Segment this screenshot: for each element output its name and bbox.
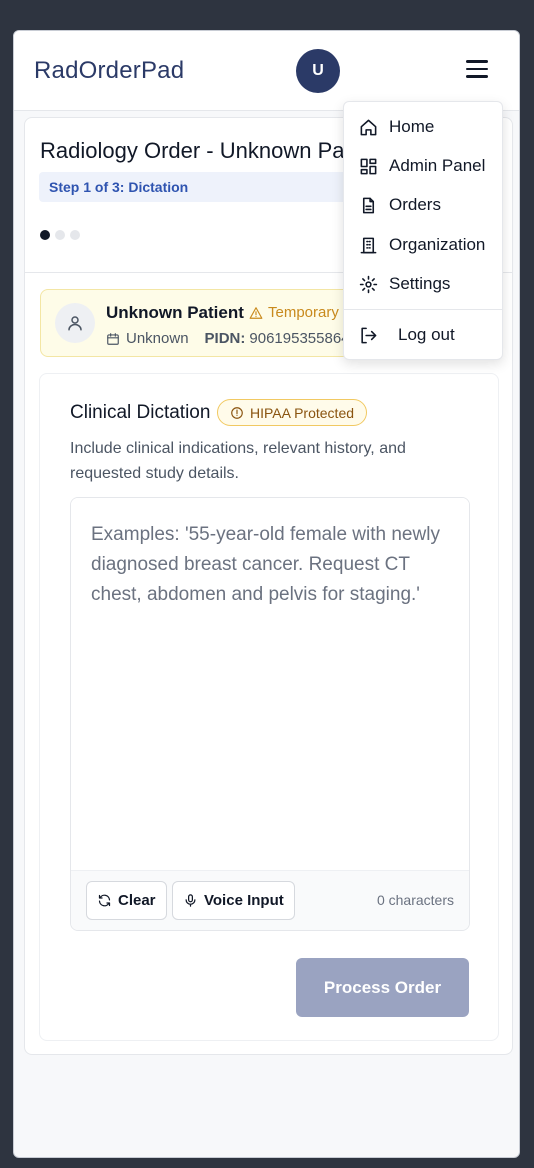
menu-item-logout[interactable]: Log out [344, 316, 502, 354]
building-icon [358, 235, 378, 255]
hamburger-icon [466, 60, 488, 63]
menu-item-label: Home [389, 117, 435, 136]
menu-item-label: Orders [389, 195, 441, 214]
temporary-label: Temporary [268, 304, 339, 321]
microphone-icon [185, 894, 196, 907]
page-title: Radiology Order - Unknown Patient [40, 138, 387, 163]
alert-circle-icon [231, 406, 243, 419]
menu-item-home[interactable]: Home [344, 108, 502, 146]
step-progress-dots [40, 230, 80, 240]
menu-item-admin-panel[interactable]: Admin Panel [344, 147, 502, 185]
gear-icon [358, 274, 378, 294]
dashboard-icon [358, 156, 378, 176]
user-avatar[interactable]: U [296, 49, 340, 93]
temporary-badge: Temporary [249, 304, 339, 321]
voice-input-button[interactable]: Voice Input [172, 881, 295, 920]
step-dot-3 [70, 230, 80, 240]
home-icon [358, 117, 378, 137]
dictation-panel: Clinical Dictation HIPAA Protected Inclu… [39, 373, 499, 1041]
app-frame: RadOrderPad U Radiology Order - Unknown … [13, 30, 520, 1158]
brand-logo[interactable]: RadOrderPad [34, 57, 184, 85]
hipaa-label: HIPAA Protected [250, 404, 355, 421]
logout-label: Log out [398, 325, 455, 344]
menu-item-organization[interactable]: Organization [344, 226, 502, 264]
process-order-button[interactable]: Process Order [296, 958, 469, 1017]
top-navbar: RadOrderPad U [14, 31, 519, 111]
pidn-value: 906195355864 [249, 330, 350, 347]
clear-label: Clear [118, 892, 156, 909]
dictation-toolbar: Clear Voice Input 0 characters [71, 870, 469, 930]
menu-item-orders[interactable]: Orders [344, 186, 502, 224]
user-icon [55, 303, 95, 343]
clear-button[interactable]: Clear [86, 881, 167, 920]
menu-item-label: Organization [389, 235, 486, 254]
menu-toggle-button[interactable] [466, 60, 488, 80]
patient-name: Unknown Patient [106, 303, 244, 322]
hipaa-badge: HIPAA Protected [217, 399, 368, 426]
dictation-title: Clinical Dictation [70, 402, 211, 423]
dictation-box: Clear Voice Input 0 characters [70, 497, 470, 931]
calendar-icon [107, 332, 119, 345]
step-dot-1 [40, 230, 50, 240]
dictation-subtitle: Include clinical indications, relevant h… [70, 440, 406, 482]
character-count: 0 characters [376, 892, 454, 908]
warning-icon [249, 306, 263, 319]
dropdown-menu: Home Admin Panel Orders Organization Set… [343, 101, 503, 360]
file-icon [358, 195, 378, 215]
menu-divider [344, 309, 502, 310]
logout-icon [358, 325, 378, 345]
patient-meta: Unknown PIDN: 906195355864 [106, 330, 350, 347]
menu-item-label: Admin Panel [389, 156, 486, 175]
pidn-label: PIDN: [204, 330, 246, 347]
voice-input-label: Voice Input [204, 892, 284, 909]
step-dot-2 [55, 230, 65, 240]
dictation-textarea[interactable] [71, 498, 469, 870]
patient-dob: Unknown [126, 330, 189, 347]
menu-item-label: Settings [389, 274, 451, 293]
menu-item-settings[interactable]: Settings [344, 265, 502, 303]
refresh-icon [98, 894, 111, 907]
